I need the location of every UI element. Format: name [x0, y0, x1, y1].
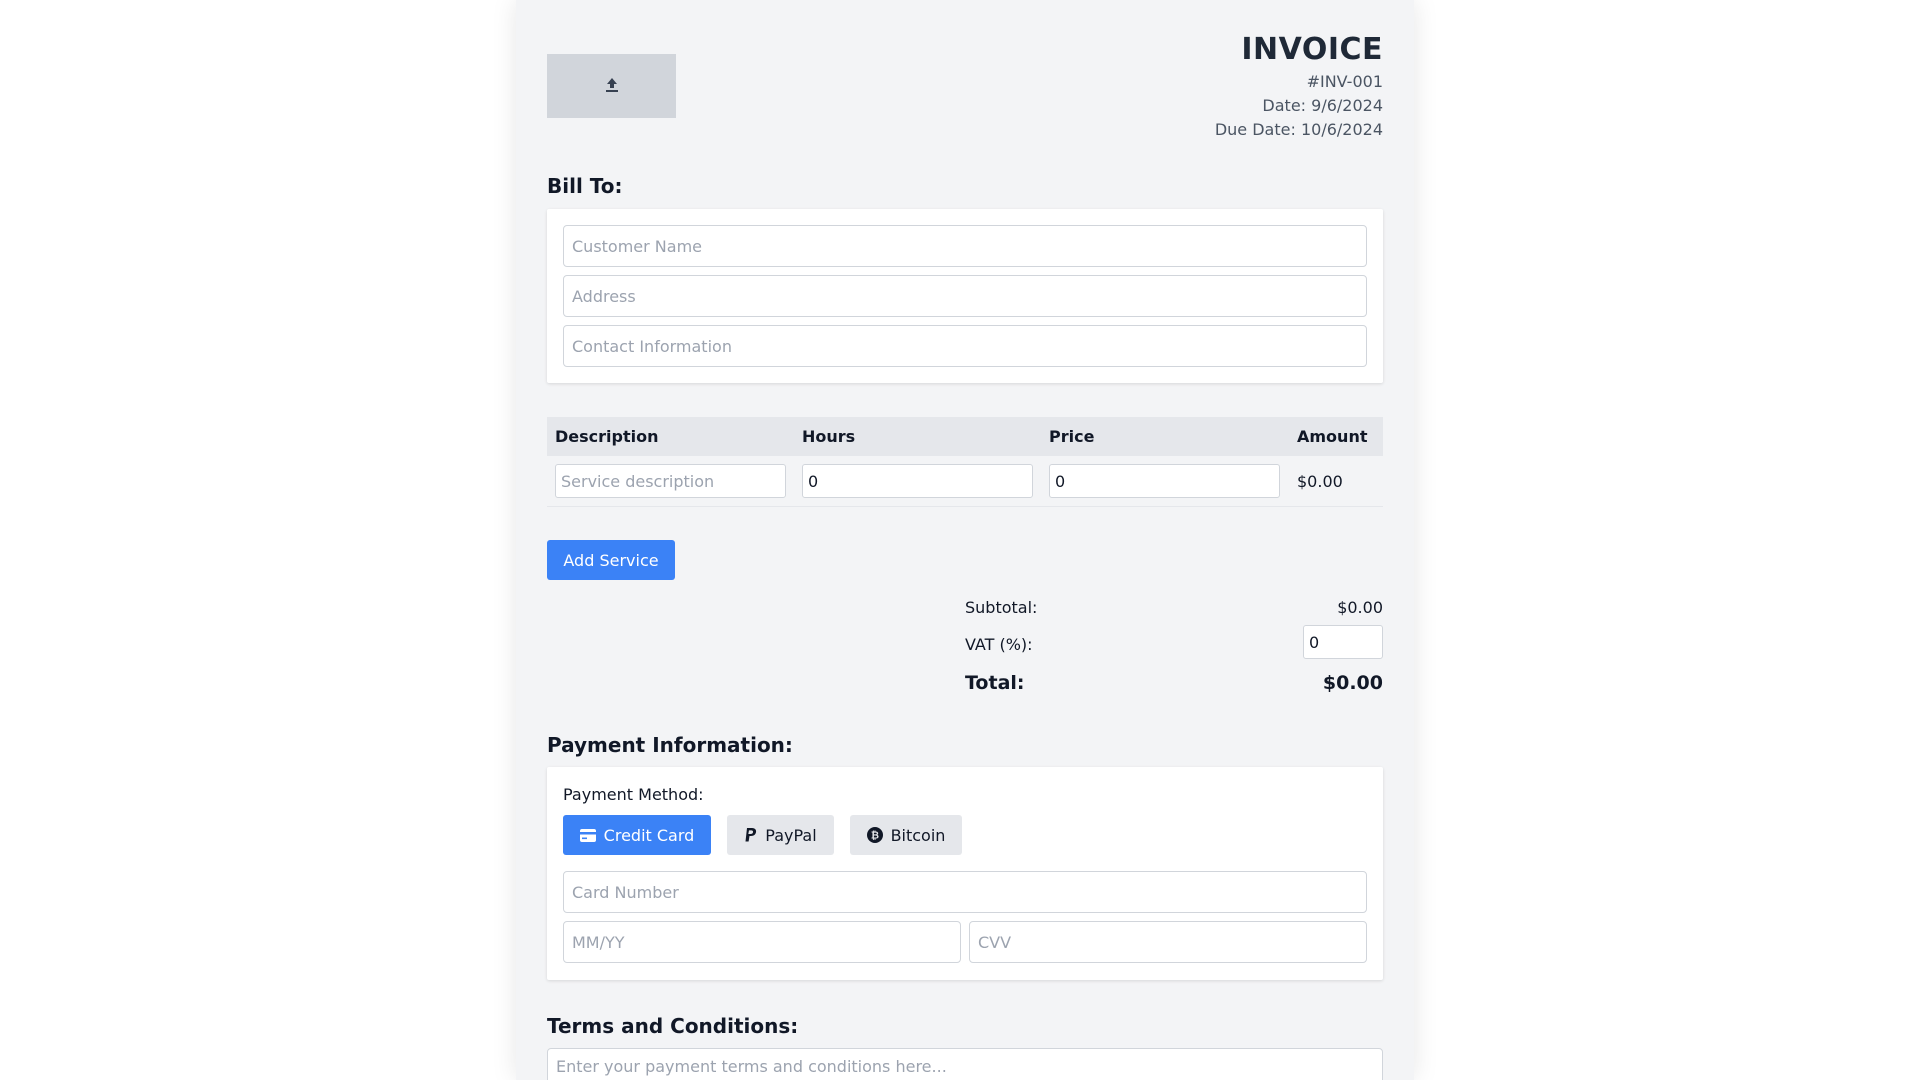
table-row: $0.00: [547, 456, 1383, 507]
bitcoin-icon: ₿: [866, 827, 883, 843]
credit-card-icon: [579, 828, 596, 842]
col-description: Description: [555, 427, 659, 446]
invoice-date: Date: 9/6/2024: [1262, 96, 1383, 115]
payment-method-bitcoin[interactable]: ₿ Bitcoin: [850, 815, 962, 855]
total-label: Total:: [965, 672, 1025, 694]
invoice-header: INVOICE #INV-001 Date: 9/6/2024 Due Date…: [1215, 30, 1383, 142]
invoice-title: INVOICE: [1241, 32, 1383, 67]
logo-upload-button[interactable]: [547, 54, 676, 118]
vat-input[interactable]: [1303, 625, 1383, 659]
upload-icon: [603, 76, 621, 97]
payment-method-label: Payment Method:: [563, 785, 704, 804]
payment-method-credit-card[interactable]: Credit Card: [563, 815, 711, 855]
total-value: $0.00: [1322, 672, 1383, 694]
card-number-input[interactable]: [563, 871, 1367, 913]
bill-to-heading: Bill To:: [547, 174, 623, 198]
payment-method-paypal[interactable]: PayPal: [727, 815, 834, 855]
expiry-input[interactable]: [563, 921, 961, 963]
vat-label: VAT (%):: [965, 635, 1033, 654]
payment-card: Payment Method: Credit Card PayPal ₿ Bit…: [547, 767, 1383, 980]
add-service-button[interactable]: Add Service: [547, 540, 675, 580]
hours-input[interactable]: [802, 464, 1033, 498]
col-hours: Hours: [802, 427, 856, 446]
services-table-header: Description Hours Price Amount: [547, 417, 1383, 456]
invoice-number: #INV-001: [1306, 72, 1383, 91]
invoice-due-date: Due Date: 10/6/2024: [1214, 120, 1383, 139]
col-price: Price: [1049, 427, 1095, 446]
cvv-input[interactable]: [969, 921, 1367, 963]
subtotal-label: Subtotal:: [965, 598, 1038, 617]
paypal-label: PayPal: [765, 825, 817, 845]
row-amount: $0.00: [1297, 472, 1343, 491]
address-input[interactable]: [563, 275, 1367, 317]
credit-card-label: Credit Card: [603, 825, 695, 845]
payment-heading: Payment Information:: [547, 733, 793, 757]
bill-to-card: [547, 209, 1383, 383]
paypal-icon: [744, 828, 757, 842]
bitcoin-label: Bitcoin: [890, 825, 946, 845]
terms-textarea[interactable]: [547, 1048, 1383, 1080]
col-amount: Amount: [1297, 427, 1368, 446]
service-description-input[interactable]: [555, 464, 786, 498]
terms-heading: Terms and Conditions:: [547, 1014, 799, 1038]
invoice-page: INVOICE #INV-001 Date: 9/6/2024 Due Date…: [516, 0, 1414, 1080]
contact-info-input[interactable]: [563, 325, 1367, 367]
customer-name-input[interactable]: [563, 225, 1367, 267]
svg-text:₿: ₿: [870, 830, 878, 842]
price-input[interactable]: [1049, 464, 1280, 498]
subtotal-value: $0.00: [1337, 598, 1383, 617]
